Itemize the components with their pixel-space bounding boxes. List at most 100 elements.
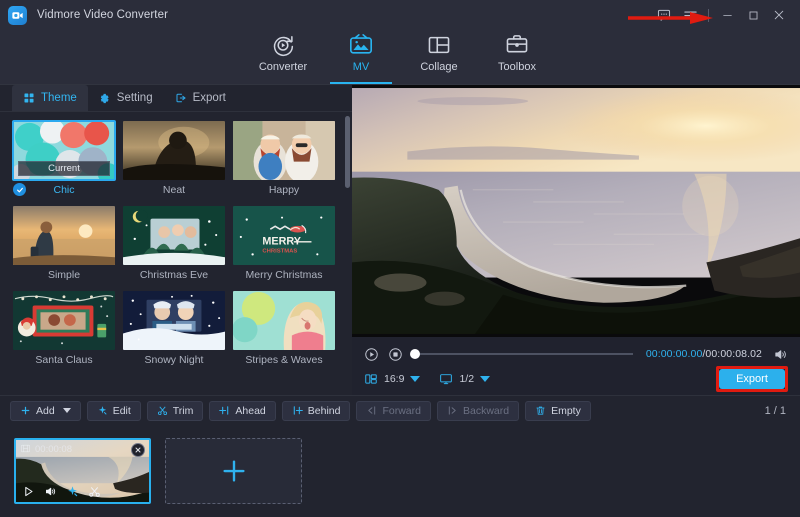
video-preview[interactable] (352, 85, 800, 337)
theme-name: Stripes & Waves (245, 354, 322, 366)
magic-wand-icon[interactable] (66, 485, 79, 498)
tab-theme[interactable]: Theme (12, 85, 88, 111)
theme-item-simple[interactable]: Simple (10, 205, 120, 283)
theme-item-merry-christmas[interactable]: MERRY CHRISTMAS Merry Christmas (230, 205, 340, 283)
nav-item-collage[interactable]: Collage (400, 30, 478, 84)
selected-check-icon (13, 183, 26, 196)
theme-thumbnail (122, 290, 226, 351)
preview-scale-value: 1/2 (459, 373, 474, 385)
nav-label: Converter (259, 61, 307, 73)
clip-thumbnail[interactable]: 00:00:08 (14, 438, 151, 504)
clip-actions (16, 482, 149, 500)
forward-button[interactable]: Forward (356, 401, 431, 421)
chevron-down-icon[interactable] (63, 408, 71, 413)
volume-icon[interactable] (773, 347, 788, 362)
theme-name: Chic (53, 184, 74, 196)
close-icon[interactable] (766, 2, 792, 28)
play-icon[interactable] (22, 485, 35, 498)
button-label: Ahead (235, 405, 265, 417)
theme-item-christmas-eve[interactable]: Christmas Eve (120, 205, 230, 283)
preview-scale-selector[interactable]: 1/2 (439, 372, 490, 386)
chevron-down-icon[interactable] (480, 376, 490, 382)
button-label: Backward (463, 405, 509, 417)
add-clip-placeholder[interactable] (165, 438, 302, 504)
clip-storyboard: 00:00:08 (0, 425, 800, 517)
add-button[interactable]: Add (10, 401, 81, 421)
nav-item-mv[interactable]: MV (322, 30, 400, 84)
scissors-icon[interactable] (88, 485, 101, 498)
theme-list-scroll-area[interactable]: Current Chic (0, 112, 352, 395)
nav-label: Collage (420, 61, 457, 73)
theme-item-stripes-waves[interactable]: Stripes & Waves (230, 290, 340, 368)
theme-name: Merry Christmas (245, 269, 322, 281)
theme-caption: Snowy Night (120, 351, 228, 368)
theme-caption: Chic (10, 181, 118, 198)
theme-panel: Theme Setting Export (0, 84, 352, 395)
theme-name: Simple (48, 269, 80, 281)
behind-button[interactable]: Behind (282, 401, 351, 421)
svg-text:CHRISTMAS: CHRISTMAS (262, 248, 297, 254)
app-title: Vidmore Video Converter (37, 9, 168, 21)
nav-item-toolbox[interactable]: Toolbox (478, 30, 556, 84)
volume-icon[interactable] (44, 485, 57, 498)
export-button-highlight: Export (716, 366, 788, 392)
nav-item-converter[interactable]: Converter (244, 30, 322, 84)
nav-label: MV (353, 61, 370, 73)
play-circle-icon[interactable] (364, 347, 379, 362)
theme-item-neat[interactable]: Neat (120, 120, 230, 198)
film-strip-icon (20, 441, 31, 459)
tab-export[interactable]: Export (164, 85, 237, 111)
trim-button[interactable]: Trim (147, 401, 204, 421)
tab-label: Theme (41, 92, 77, 104)
theme-item-snowy-night[interactable]: Snowy Night (120, 290, 230, 368)
main-navigation: Converter MV Collage (0, 30, 800, 84)
maximize-icon[interactable] (740, 2, 766, 28)
theme-thumbnail (122, 120, 226, 181)
ahead-button[interactable]: Ahead (209, 401, 275, 421)
tab-label: Setting (117, 92, 153, 104)
theme-list-scrollbar[interactable] (345, 116, 350, 188)
progress-knob[interactable] (410, 349, 420, 359)
progress-slider[interactable] (414, 353, 633, 355)
theme-item-santa-claus[interactable]: Santa Claus (10, 290, 120, 368)
theme-name: Neat (163, 184, 185, 196)
theme-caption: Christmas Eve (120, 266, 228, 283)
empty-button[interactable]: Empty (525, 401, 591, 421)
theme-name: Snowy Night (145, 354, 204, 366)
theme-caption: Simple (10, 266, 118, 283)
theme-thumbnail (232, 290, 336, 351)
panel-tabs: Theme Setting Export (0, 85, 352, 112)
clip-duration: 00:00:08 (35, 444, 72, 455)
theme-name: Santa Claus (35, 354, 92, 366)
application-window: Vidmore Video Converter (0, 0, 800, 517)
output-options-row: 16:9 1/2 (364, 367, 788, 391)
theme-grid: Current Chic (0, 112, 352, 375)
button-label: Edit (113, 405, 131, 417)
minimize-icon[interactable] (714, 2, 740, 28)
clip-header: 00:00:08 (16, 440, 149, 459)
theme-item-happy[interactable]: Happy (230, 120, 340, 198)
tab-label: Export (193, 92, 226, 104)
button-label: Forward (382, 405, 421, 417)
tab-setting[interactable]: Setting (88, 85, 164, 111)
chevron-down-icon[interactable] (410, 376, 420, 382)
red-arrow-annotation (628, 11, 714, 25)
theme-thumbnail (12, 290, 116, 351)
aspect-ratio-selector[interactable]: 16:9 (364, 372, 420, 386)
theme-caption: Neat (120, 181, 228, 198)
preview-panel: 00:00:00.00/00:00:08.02 (352, 84, 800, 395)
theme-name: Christmas Eve (140, 269, 208, 281)
close-circle-icon[interactable] (131, 443, 145, 457)
stop-circle-icon[interactable] (388, 347, 403, 362)
aspect-ratio-value: 16:9 (384, 373, 404, 385)
theme-caption: Santa Claus (10, 351, 118, 368)
player-controls: 00:00:00.00/00:00:08.02 (352, 337, 800, 395)
theme-thumbnail: Current (12, 120, 116, 181)
export-button[interactable]: Export (719, 369, 785, 389)
backward-button[interactable]: Backward (437, 401, 519, 421)
theme-thumbnail: MERRY CHRISTMAS (232, 205, 336, 266)
theme-thumbnail (232, 120, 336, 181)
edit-button[interactable]: Edit (87, 401, 141, 421)
theme-item-chic[interactable]: Current Chic (10, 120, 120, 198)
total-time: /00:00:08.02 (702, 348, 762, 360)
